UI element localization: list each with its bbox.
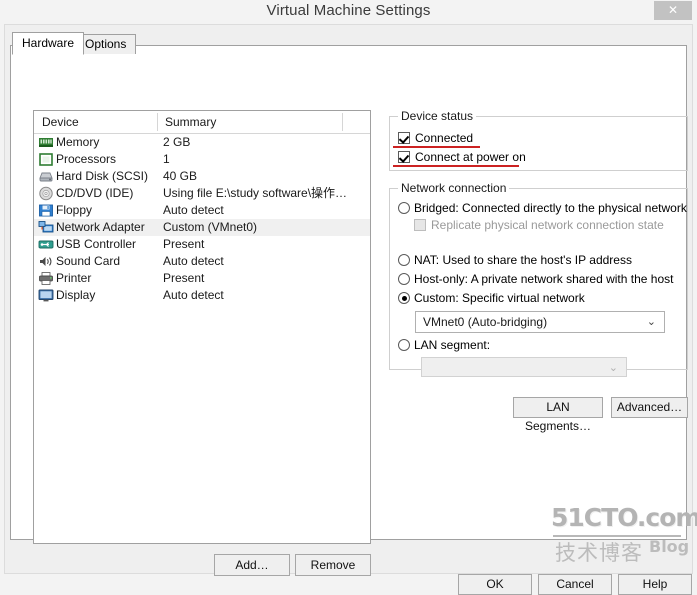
device-summary: Present (163, 271, 205, 285)
close-icon: ✕ (667, 3, 679, 17)
connect-at-power-on-label: Connect at power on (415, 150, 526, 164)
radio-icon-nat (398, 254, 410, 266)
display-icon (38, 288, 54, 303)
radio-icon-host-only (398, 273, 410, 285)
radio-icon-lan-segment (398, 339, 410, 351)
radio-nat-label: NAT: Used to share the host's IP address (414, 253, 632, 267)
device-list[interactable]: Device Summary Memory 2 GB Processors 1 Hard… (33, 110, 371, 544)
custom-network-dropdown[interactable]: VMnet0 (Auto-bridging) ⌄ (415, 311, 665, 333)
settings-dialog: Hardware Options Device Summary Memory 2 … (4, 24, 693, 595)
processor-icon (38, 152, 54, 167)
device-status-group-title: Device status (398, 109, 477, 123)
column-header-device[interactable]: Device (34, 111, 157, 133)
replicate-network-state-label: Replicate physical network connection st… (431, 218, 664, 232)
column-divider-2[interactable] (342, 113, 343, 131)
checkbox-icon-replicate (414, 219, 426, 231)
custom-network-value: VMnet0 (Auto-bridging) (423, 315, 548, 329)
device-list-rows: Memory 2 GB Processors 1 Hard Disk (SCSI) 40 … (34, 134, 370, 304)
device-name: USB Controller (56, 237, 137, 251)
device-summary: 40 GB (163, 169, 198, 183)
tab-options-label: Options (85, 37, 127, 51)
cd-dvd-icon (38, 186, 54, 201)
hard-disk-icon (38, 169, 54, 184)
table-row[interactable]: Display Auto detect (34, 287, 370, 304)
help-button[interactable]: Help (618, 574, 692, 595)
device-name: Hard Disk (SCSI) (56, 169, 149, 183)
device-summary: Auto detect (163, 203, 224, 217)
radio-icon-bridged (398, 202, 410, 214)
radio-host-only-label: Host-only: A private network shared with… (414, 272, 674, 286)
device-name: Memory (56, 135, 100, 149)
device-name: Sound Card (56, 254, 121, 268)
printer-icon (38, 271, 54, 286)
device-summary: Auto detect (163, 288, 224, 302)
window-title: Virtual Machine Settings (266, 2, 431, 19)
table-row[interactable]: Sound Card Auto detect (34, 253, 370, 270)
table-row[interactable]: Memory 2 GB (34, 134, 370, 151)
checkbox-icon-connect-at-power-on (398, 151, 410, 163)
device-list-header: Device Summary (34, 111, 370, 134)
device-summary: 2 GB (163, 135, 191, 149)
column-divider-1[interactable] (157, 113, 158, 131)
device-name: Processors (56, 152, 117, 166)
usb-controller-icon (38, 237, 54, 252)
chevron-down-icon: ⌄ (646, 316, 656, 328)
column-header-summary[interactable]: Summary (157, 111, 342, 133)
table-row[interactable]: Hard Disk (SCSI) 40 GB (34, 168, 370, 185)
connected-label: Connected (415, 131, 474, 145)
device-name: Display (56, 288, 96, 302)
radio-bridged-label: Bridged: Connected directly to the physi… (414, 201, 687, 215)
add-device-button[interactable]: Add… (214, 554, 290, 576)
device-summary: Present (163, 237, 205, 251)
sound-card-icon (38, 254, 54, 269)
tab-hardware[interactable]: Hardware (12, 32, 85, 55)
table-row[interactable]: CD/DVD (IDE) Using file E:\study software… (34, 185, 370, 202)
annotation-underline-connect-at-power-on (393, 165, 519, 167)
device-name: Floppy (56, 203, 93, 217)
checkbox-icon-connected (398, 132, 410, 144)
network-connection-group: Network connection Bridged: Connected di… (389, 181, 688, 377)
lan-segments-button[interactable]: LAN Segments… (513, 397, 603, 433)
hardware-panel: Device Summary Memory 2 GB Processors 1 Hard… (10, 45, 688, 576)
device-name: CD/DVD (IDE) (56, 186, 134, 200)
network-adapter-icon (38, 220, 54, 235)
ok-button[interactable]: OK (458, 574, 532, 595)
table-row[interactable]: Network Adapter Custom (VMnet0) (34, 219, 370, 236)
device-name: Printer (56, 271, 92, 285)
remove-device-button[interactable]: Remove (295, 554, 371, 576)
cancel-button[interactable]: Cancel (538, 574, 612, 595)
lan-segment-dropdown[interactable]: ⌄ (421, 357, 627, 377)
chevron-down-icon-lan-segment: ⌄ (608, 362, 618, 374)
memory-icon (38, 135, 54, 150)
annotation-underline-connected (393, 146, 480, 148)
table-row[interactable]: USB Controller Present (34, 236, 370, 253)
device-status-group: Device status Connected Connect at power… (389, 109, 688, 171)
advanced-button[interactable]: Advanced… (611, 397, 688, 418)
tab-options[interactable]: Options (75, 34, 137, 54)
radio-lan-segment-label: LAN segment: (414, 338, 491, 352)
network-connection-group-title: Network connection (398, 181, 510, 195)
tab-hardware-label: Hardware (22, 36, 75, 50)
radio-icon-custom (398, 292, 410, 304)
table-row[interactable]: Processors 1 (34, 151, 370, 168)
device-summary: Using file E:\study software\操作… (163, 186, 348, 200)
title-bar: Virtual Machine Settings ✕ (0, 0, 697, 24)
radio-custom-label: Custom: Specific virtual network (414, 291, 585, 305)
column-header-extra[interactable] (342, 111, 370, 133)
close-button[interactable]: ✕ (654, 1, 692, 20)
device-summary: Auto detect (163, 254, 224, 268)
table-row[interactable]: Printer Present (34, 270, 370, 287)
device-name: Network Adapter (56, 220, 145, 234)
device-summary: 1 (163, 152, 170, 166)
device-summary: Custom (VMnet0) (163, 220, 258, 234)
table-row[interactable]: Floppy Auto detect (34, 202, 370, 219)
floppy-icon (38, 203, 54, 218)
